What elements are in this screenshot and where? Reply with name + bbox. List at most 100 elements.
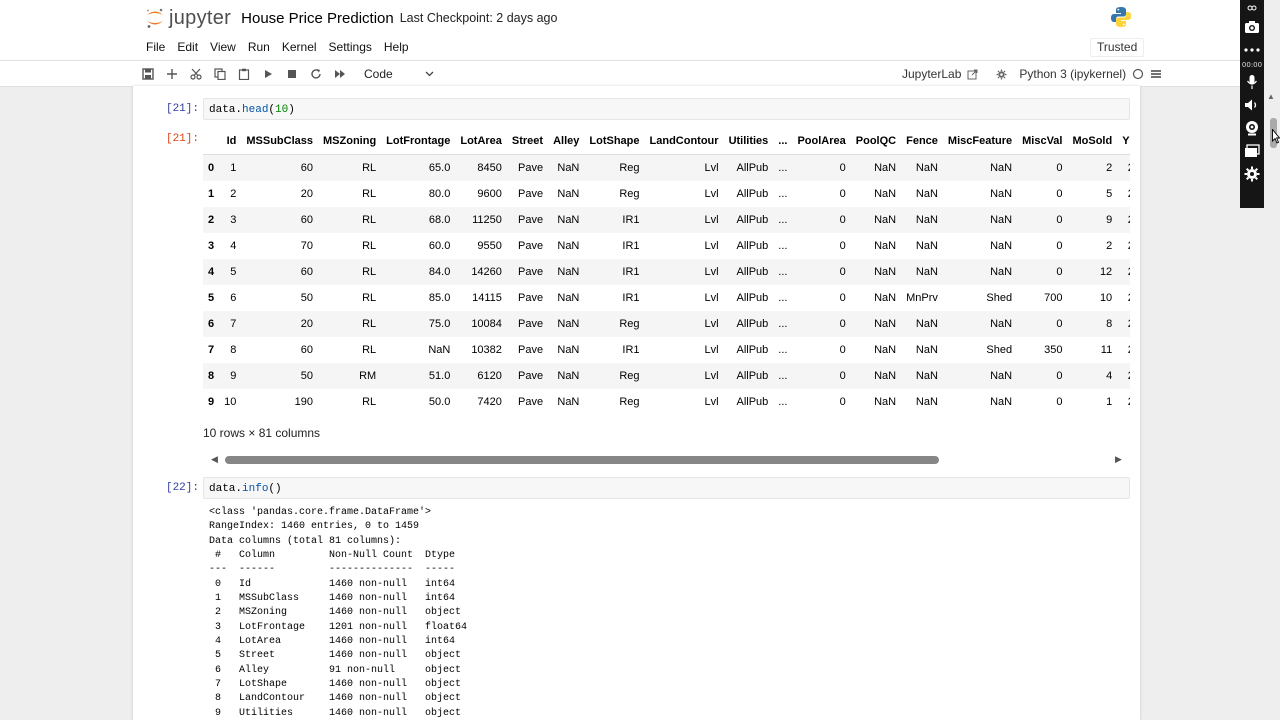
- kernel-name[interactable]: Python 3 (ipykernel): [1019, 67, 1126, 81]
- row-index: 0: [208, 162, 215, 174]
- output-line: 3 LotFrontage 1201 non-null float64: [215, 621, 468, 633]
- table-cell: 1: [230, 162, 237, 174]
- table-cell: Pave: [518, 396, 544, 408]
- table-cell: 0: [839, 344, 846, 356]
- table-cell: IR1: [622, 344, 640, 356]
- menu-file[interactable]: File: [140, 37, 171, 57]
- table-row: 6 7 20 RL 75.0 10084 Pave NaN Reg Lvl AllPub... 0 Na…: [203, 311, 1130, 337]
- settings-icon[interactable]: [1242, 164, 1262, 184]
- table-cell: NaN: [990, 370, 1013, 382]
- output-line: Data columns (total 81 columns):: [209, 535, 402, 547]
- speaker-icon[interactable]: [1242, 95, 1262, 115]
- menu-icon[interactable]: [1150, 68, 1162, 80]
- table-cell: ...: [778, 266, 788, 278]
- notebook-header: jupyter House Price Prediction Last Chec…: [0, 0, 1240, 87]
- table-cell: NaN: [915, 214, 938, 226]
- table-cell: NaN: [990, 188, 1013, 200]
- dataframe-table: Id MSSubClass MSZoning LotFrontage LotArea St…: [203, 128, 1130, 415]
- insert-cell-button[interactable]: [160, 64, 184, 84]
- scroll-left-icon[interactable]: ◀: [211, 454, 218, 465]
- table-cell: 5: [1106, 188, 1113, 200]
- microphone-icon[interactable]: [1242, 72, 1262, 92]
- cut-button[interactable]: [184, 64, 208, 84]
- play-icon: [265, 70, 272, 78]
- table-cell: 0: [1056, 240, 1063, 252]
- webcam-icon[interactable]: [1242, 118, 1262, 138]
- code-token: data.: [209, 483, 243, 495]
- table-cell: 2: [1117, 363, 1130, 389]
- table-cell: Pave: [518, 240, 544, 252]
- save-button[interactable]: [136, 64, 160, 84]
- table-cell: NaN: [915, 266, 938, 278]
- table-cell: RL: [362, 240, 377, 252]
- interrupt-kernel-button[interactable]: [280, 64, 304, 84]
- table-cell: NaN: [915, 188, 938, 200]
- table-cell: RL: [362, 266, 377, 278]
- paste-button[interactable]: [232, 64, 256, 84]
- table-cell: RL: [362, 318, 377, 330]
- menu-run[interactable]: Run: [242, 37, 276, 57]
- table-cell: 10382: [471, 344, 502, 356]
- table-cell: ...: [778, 188, 788, 200]
- more-icon[interactable]: [1242, 40, 1262, 60]
- table-cell: AllPub: [736, 292, 769, 304]
- notebook-title[interactable]: House Price Prediction: [241, 10, 394, 27]
- cell-type-select[interactable]: Code: [364, 67, 434, 81]
- table-cell: NaN: [874, 396, 897, 408]
- code-cell-input[interactable]: data.info(): [203, 477, 1130, 499]
- table-cell: 11250: [472, 214, 502, 226]
- table-cell: Pave: [518, 292, 544, 304]
- table-cell: Pave: [518, 162, 544, 174]
- table-cell: NaN: [874, 266, 897, 278]
- restart-kernel-button[interactable]: [304, 64, 328, 84]
- run-cell-button[interactable]: [256, 64, 280, 84]
- page-scrollbar[interactable]: ▲: [1264, 86, 1278, 720]
- output-line: --- ------ -------------- -----: [209, 564, 456, 576]
- scroll-right-icon[interactable]: ▶: [1115, 454, 1122, 465]
- menu-view[interactable]: View: [204, 37, 242, 57]
- output-line: 9 Utilities 1460 non-null object: [215, 707, 462, 719]
- link-icon[interactable]: [1242, 2, 1262, 14]
- table-cell: 350: [1044, 344, 1063, 356]
- column-header: ...: [773, 128, 793, 155]
- table-row: 8 9 50 RM 51.0 6120 Pave NaN Reg Lvl AllPub... 0 NaN…: [203, 363, 1130, 389]
- column-header: Id: [219, 128, 242, 155]
- table-cell: NaN: [874, 214, 897, 226]
- table-cell: 0: [839, 318, 846, 330]
- menu-edit[interactable]: Edit: [171, 37, 204, 57]
- table-cell: 51.0: [428, 370, 451, 382]
- gear-icon[interactable]: [996, 69, 1007, 80]
- table-cell: Lvl: [704, 344, 719, 356]
- jupyterlab-link[interactable]: JupyterLab: [902, 67, 961, 81]
- table-cell: 1: [1106, 396, 1113, 408]
- output-line: RangeIndex: 1460 entries, 0 to 1459: [209, 521, 420, 533]
- table-cell: NaN: [557, 344, 580, 356]
- jupyter-logo[interactable]: jupyter: [145, 7, 231, 30]
- table-cell: 0: [1056, 396, 1063, 408]
- table-cell: 8: [230, 344, 237, 356]
- stop-icon: [288, 70, 296, 78]
- copy-button[interactable]: [208, 64, 232, 84]
- scrollbar-thumb[interactable]: [225, 456, 939, 464]
- jupyter-wordmark: jupyter: [169, 6, 232, 29]
- table-cell: RL: [362, 214, 377, 226]
- table-cell: 85.0: [428, 292, 451, 304]
- table-cell: AllPub: [736, 396, 769, 408]
- horizontal-scrollbar[interactable]: ◀ ▶: [203, 453, 1130, 467]
- table-cell: 50: [300, 370, 314, 382]
- scroll-up-icon[interactable]: ▲: [1267, 92, 1275, 101]
- menu-kernel[interactable]: Kernel: [276, 37, 323, 57]
- column-header: MoSold: [1067, 128, 1118, 155]
- notebook-toolbar: Code: [136, 64, 434, 84]
- code-token: info: [242, 483, 269, 495]
- menu-settings[interactable]: Settings: [323, 37, 378, 57]
- table-cell: NaN: [428, 344, 451, 356]
- code-cell-input[interactable]: data.head(10): [203, 98, 1130, 120]
- window-icon[interactable]: [1242, 141, 1262, 161]
- table-cell: 0: [839, 292, 846, 304]
- menu-help[interactable]: Help: [378, 37, 415, 57]
- trusted-indicator[interactable]: Trusted: [1090, 38, 1145, 57]
- table-cell: 65.0: [428, 162, 451, 174]
- camera-icon[interactable]: [1242, 17, 1262, 37]
- restart-run-all-button[interactable]: [328, 64, 352, 84]
